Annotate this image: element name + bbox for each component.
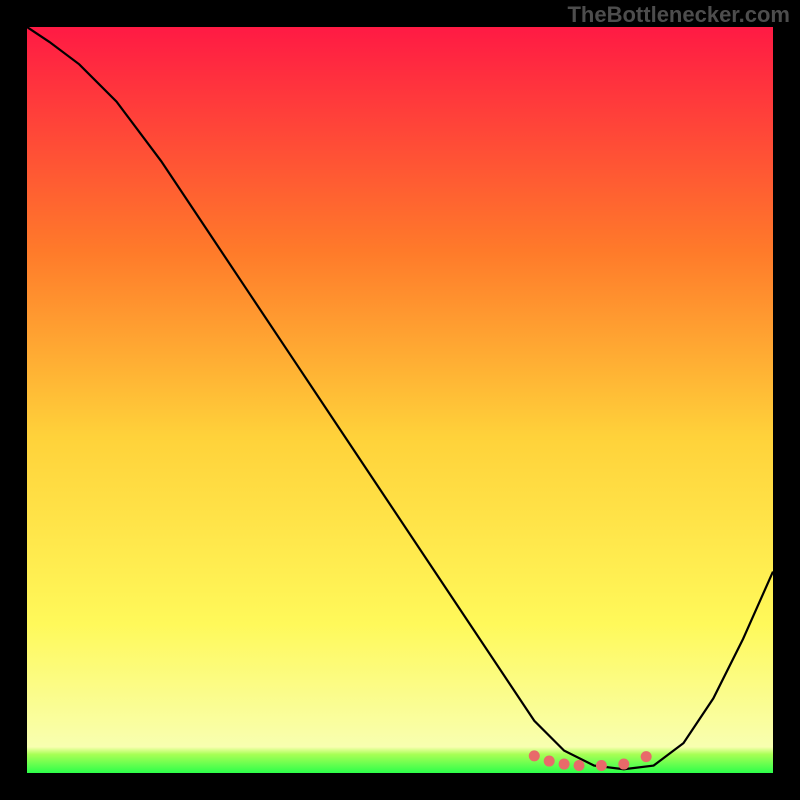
highlight-dot bbox=[544, 756, 555, 767]
highlight-dot bbox=[559, 759, 570, 770]
highlight-dot bbox=[529, 750, 540, 761]
highlight-dot bbox=[596, 760, 607, 771]
highlight-dot bbox=[618, 759, 629, 770]
highlight-dot bbox=[574, 760, 585, 771]
chart-frame: TheBottlenecker.com bbox=[0, 0, 800, 800]
chart-svg bbox=[27, 27, 773, 773]
gradient-background bbox=[27, 27, 773, 773]
plot-area bbox=[27, 27, 773, 773]
attribution-text: TheBottlenecker.com bbox=[567, 2, 790, 28]
highlight-dot bbox=[641, 751, 652, 762]
